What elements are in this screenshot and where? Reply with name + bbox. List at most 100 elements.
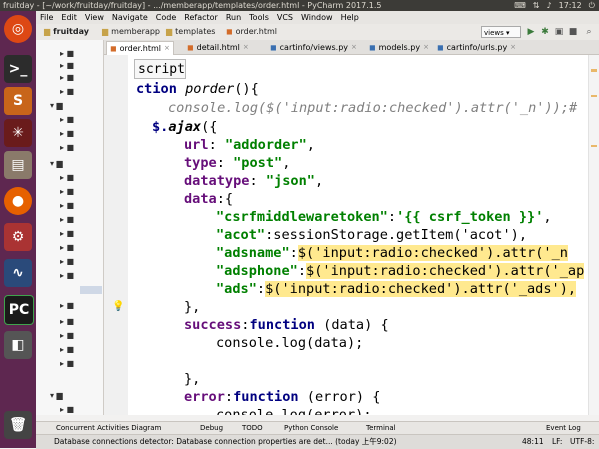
tree-item[interactable]: ▸ ■ [60, 188, 74, 196]
pycharm-icon[interactable]: PC [4, 295, 34, 325]
editor-gutter: 💡 [104, 55, 129, 415]
menu-vcs[interactable]: VCS [273, 11, 297, 24]
breadcrumb-fruitday[interactable]: ▆ fruitday [40, 26, 93, 38]
wireshark-icon[interactable]: ∿ [4, 259, 32, 287]
close-icon[interactable]: × [164, 42, 170, 55]
menu-window[interactable]: Window [297, 11, 337, 24]
tree-item[interactable]: ▾ ▆ [50, 102, 63, 110]
sublime-icon[interactable]: S [4, 87, 32, 115]
close-icon[interactable]: × [243, 41, 249, 54]
tree-item[interactable]: ▸ ■ [60, 272, 74, 280]
menu-edit[interactable]: Edit [57, 11, 81, 24]
html-file-icon: ◼ [226, 27, 233, 36]
tree-item[interactable]: ▸ ■ [60, 88, 74, 96]
breadcrumb-order-html[interactable]: ◼ order.html [222, 26, 281, 38]
tab-detail-html[interactable]: ◼ detail.html × [184, 41, 252, 54]
menu-help[interactable]: Help [337, 11, 363, 24]
folder-icon: ▆ [44, 27, 51, 36]
vm-icon[interactable]: ◧ [4, 331, 32, 359]
structure-tooltip: script [134, 59, 186, 79]
tree-item-selected[interactable] [80, 286, 102, 294]
tab-cartinfo-views-py[interactable]: ◼ cartinfo/views.py × [267, 41, 360, 54]
search-everywhere-icon[interactable]: ⌕ [584, 27, 594, 37]
trash-icon[interactable]: 🗑 [4, 411, 32, 439]
menu-bar: File Edit View Navigate Code Refactor Ru… [36, 11, 599, 24]
tree-item[interactable]: ▸ ■ [60, 116, 74, 124]
tree-item[interactable]: ▸ ■ [60, 230, 74, 238]
tree-item[interactable]: ▸ ■ [60, 360, 74, 368]
tool-window-bar: Concurrent Activities Diagram Debug TODO… [36, 421, 599, 435]
debug-icon[interactable]: ✱ [540, 27, 550, 37]
close-icon[interactable]: × [351, 41, 357, 54]
tree-item[interactable]: ▸ ■ [60, 130, 74, 138]
warning-marker[interactable] [591, 145, 597, 147]
tree-item[interactable]: ▸ ■ [60, 302, 74, 310]
menu-file[interactable]: File [36, 11, 57, 24]
code-line: $.ajax({ [152, 119, 218, 135]
run-icon[interactable]: ▶ [526, 27, 536, 37]
keyboard-icon[interactable]: ⌨ [514, 0, 526, 11]
ubuntu-dash-icon[interactable]: ◎ [4, 15, 32, 43]
close-icon[interactable]: × [423, 41, 429, 54]
status-message[interactable]: Database connections detector: Database … [54, 435, 397, 449]
project-panel: ▸ ■ ▸ ■ ▸ ■ ▸ ■ ▾ ▆ ▸ ■ ▸ ■ ▸ ■ ▾ ▆ ▸ ■ … [36, 40, 104, 415]
code-line: "adsname":$('input:radio:checked').attr(… [216, 245, 568, 261]
run-config-select[interactable]: views ▾ [481, 26, 521, 38]
error-marker[interactable] [591, 69, 597, 72]
tree-item[interactable]: ▸ ■ [60, 406, 74, 414]
intention-bulb-icon[interactable]: 💡 [112, 301, 124, 312]
tree-item[interactable]: ▸ ■ [60, 62, 74, 70]
tab-cartinfo-urls-py[interactable]: ◼ cartinfo/urls.py × [434, 41, 519, 54]
tree-item[interactable]: ▸ ■ [60, 50, 74, 58]
firefox-icon[interactable]: ● [4, 187, 32, 215]
tree-item[interactable]: ▸ ■ [60, 74, 74, 82]
terminal-icon[interactable]: >_ [4, 55, 32, 83]
code-line: type: "post", [184, 155, 291, 171]
tree-item[interactable]: ▸ ■ [60, 346, 74, 354]
breadcrumb-templates[interactable]: ▆ templates [162, 26, 219, 38]
volume-icon[interactable]: ♪ [547, 0, 552, 11]
menu-refactor[interactable]: Refactor [180, 11, 222, 24]
menu-run[interactable]: Run [222, 11, 245, 24]
stop-icon[interactable]: ■ [568, 27, 578, 37]
files-icon[interactable]: ▤ [4, 151, 32, 179]
python-file-icon: ◼ [369, 43, 376, 52]
close-icon[interactable]: × [510, 41, 516, 54]
coverage-icon[interactable]: ▣ [554, 27, 564, 37]
menu-view[interactable]: View [81, 11, 108, 24]
menu-code[interactable]: Code [152, 11, 180, 24]
python-file-icon: ◼ [437, 43, 444, 52]
menu-tools[interactable]: Tools [245, 11, 273, 24]
settings-icon[interactable]: ⚙ [4, 223, 32, 251]
network-icon[interactable]: ⇅ [533, 0, 540, 11]
tree-item[interactable]: ▸ ■ [60, 318, 74, 326]
tree-item[interactable]: ▸ ■ [60, 144, 74, 152]
tree-item[interactable]: ▸ ■ [60, 216, 74, 224]
tab-models-py[interactable]: ◼ models.py × [366, 41, 432, 54]
editor-scrollbar[interactable] [588, 55, 599, 415]
line-separator[interactable]: LF: [552, 435, 562, 449]
network-tool-icon[interactable]: ✳ [4, 119, 32, 147]
caret-position[interactable]: 48:11 [522, 435, 544, 449]
power-icon[interactable]: ⏻ [589, 0, 595, 11]
tree-item[interactable]: ▸ ■ [60, 174, 74, 182]
breadcrumb-memberapp[interactable]: ▆ memberapp [98, 26, 164, 38]
code-line: "acot":sessionStorage.getItem('acot'), [216, 227, 528, 243]
tree-item[interactable]: ▸ ■ [60, 258, 74, 266]
tree-item[interactable]: ▸ ■ [60, 244, 74, 252]
tree-item[interactable]: ▾ ▆ [50, 160, 63, 168]
code-line: success:function (data) { [184, 317, 389, 333]
tab-order-html[interactable]: ◼ order.html × [106, 41, 174, 55]
code-editor[interactable]: ction porder(){ console.log($('input:rad… [128, 55, 599, 415]
code-line: console.log(data); [216, 335, 364, 351]
code-line: }, [184, 299, 201, 315]
tree-item[interactable]: ▸ ■ [60, 332, 74, 340]
warning-marker[interactable] [591, 95, 597, 97]
tree-item[interactable]: ▸ ■ [60, 202, 74, 210]
code-line: data:{ [184, 191, 234, 207]
tree-item[interactable]: ▾ ▆ [50, 392, 63, 400]
file-encoding[interactable]: UTF-8: [570, 435, 594, 449]
menu-navigate[interactable]: Navigate [108, 11, 152, 24]
clock[interactable]: 17:12 [559, 0, 582, 11]
html-file-icon: ◼ [110, 44, 117, 53]
